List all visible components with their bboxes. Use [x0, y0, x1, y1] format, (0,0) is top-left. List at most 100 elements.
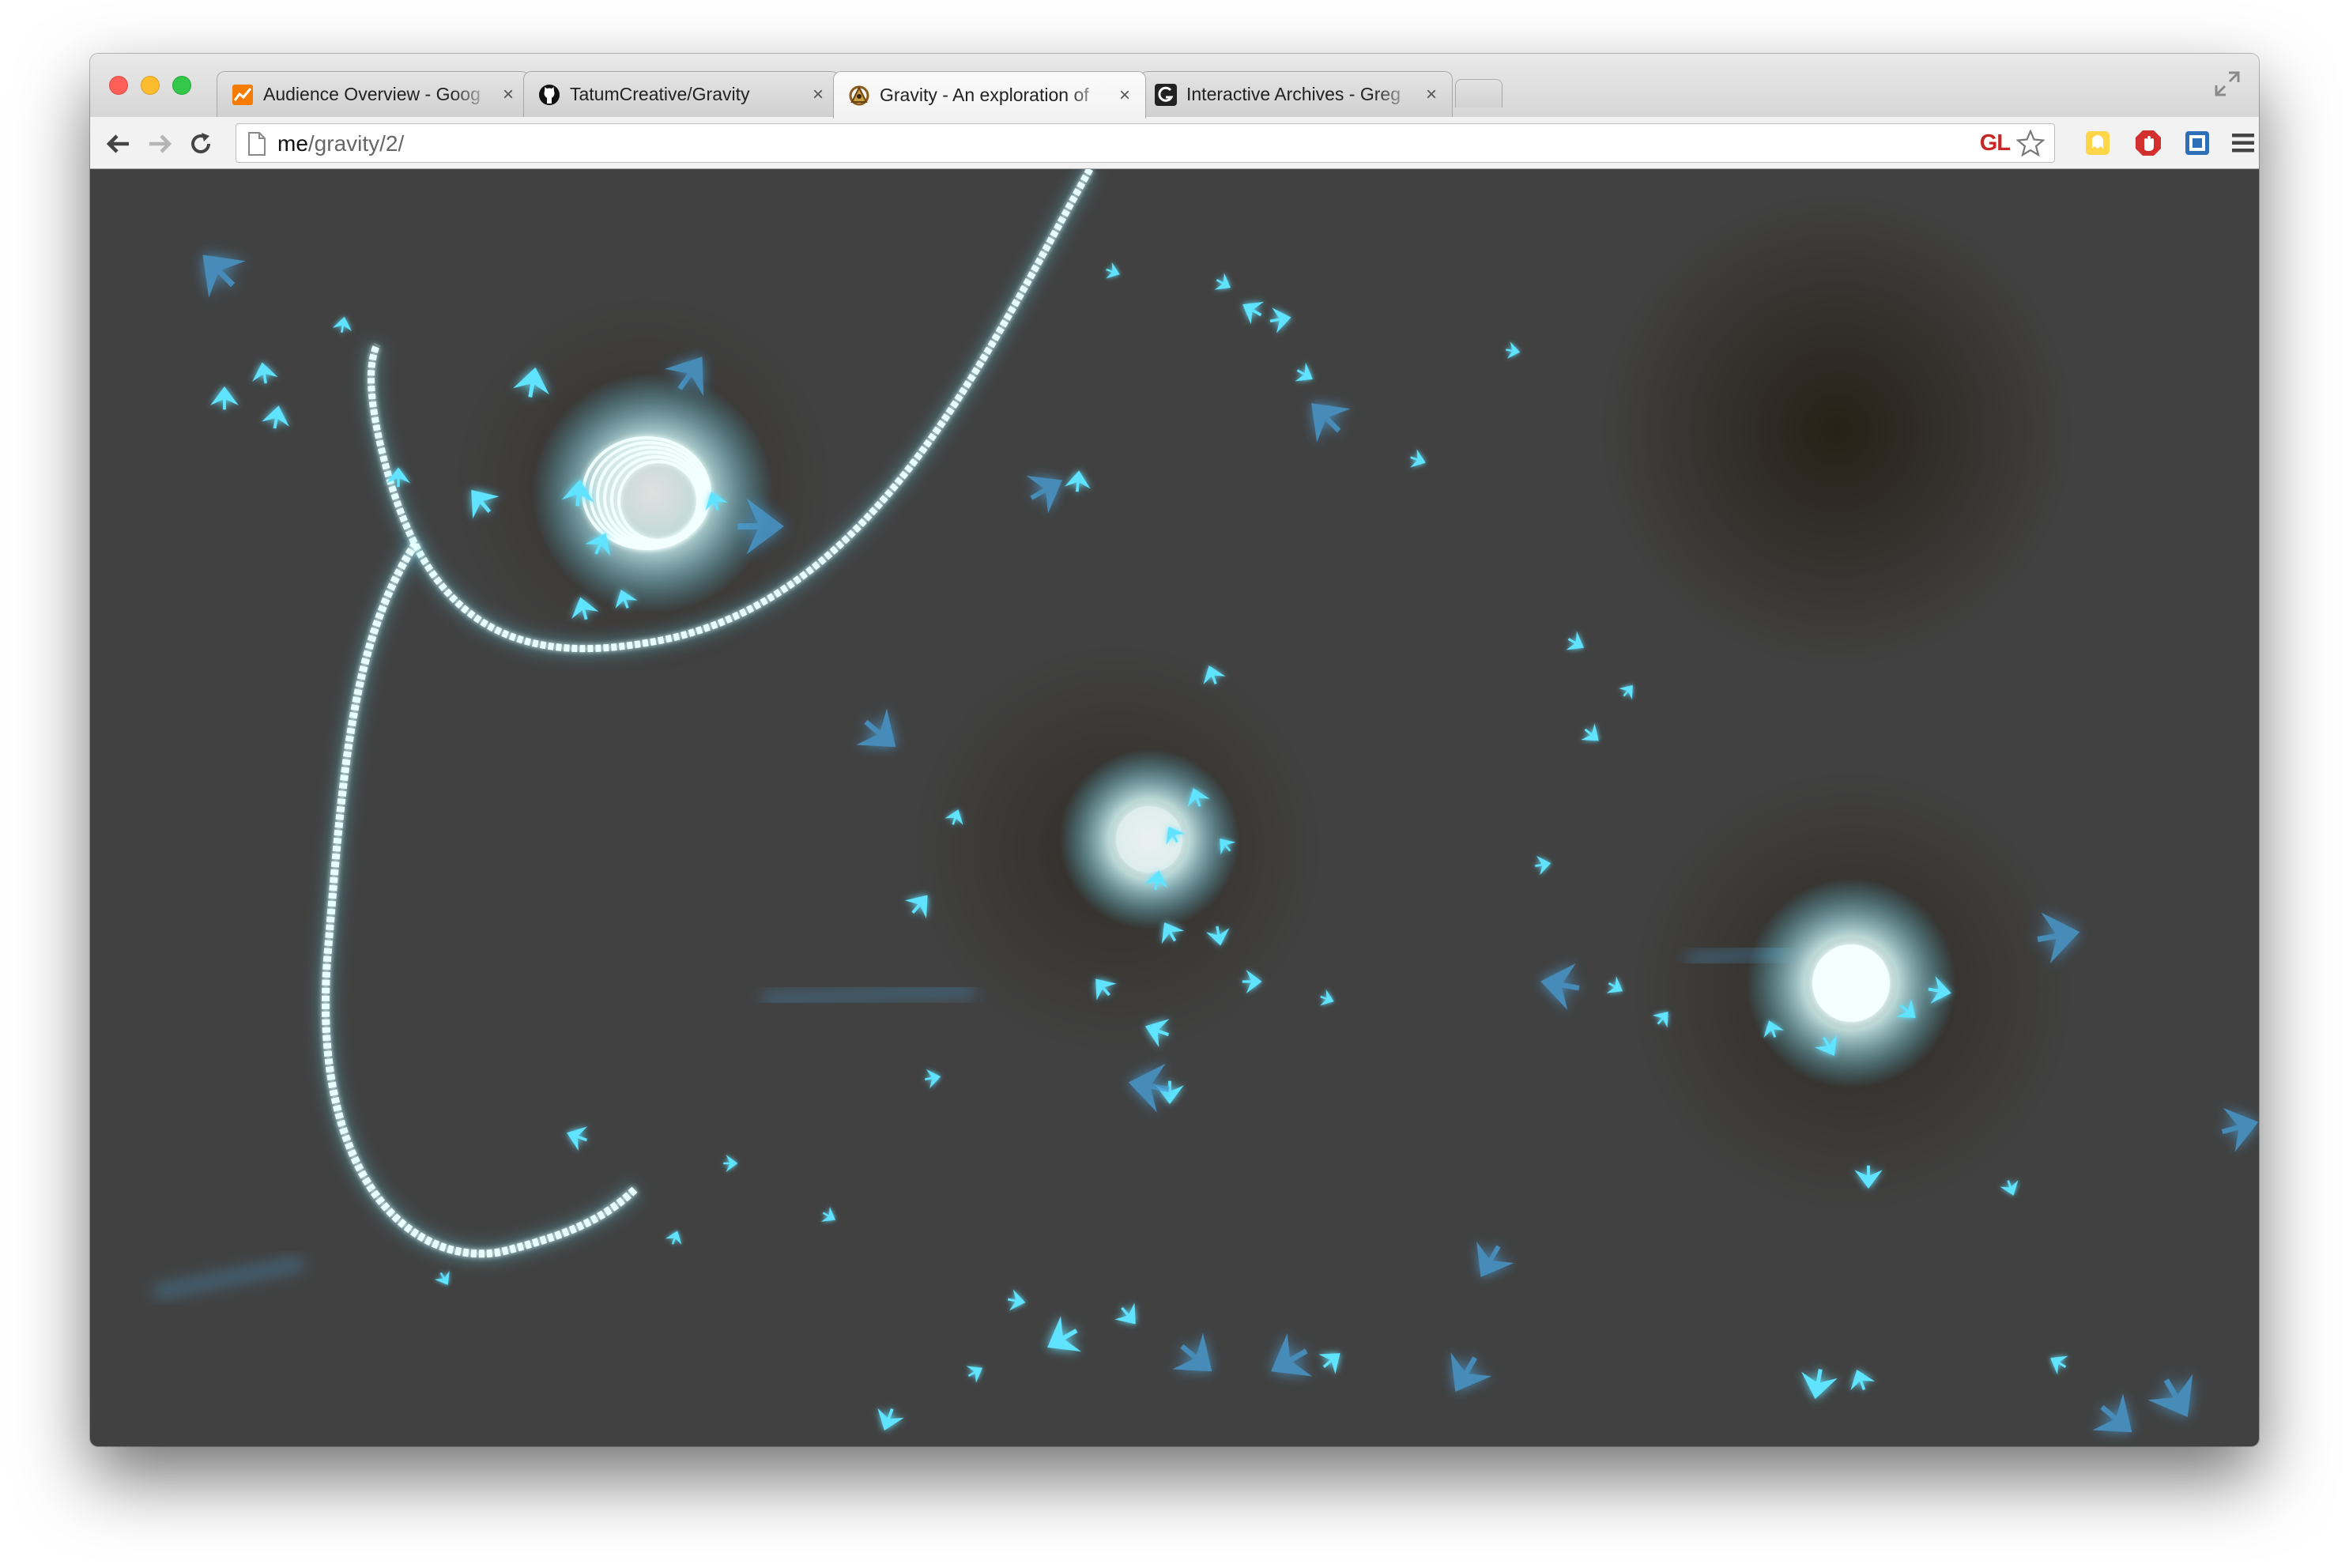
github-icon [538, 84, 560, 106]
url-host: me [277, 131, 308, 156]
arrow-particle [1267, 307, 1292, 331]
browser-toolbar: me/gravity/2/ GL [90, 117, 2259, 169]
arrow-particle-icon [1542, 967, 1582, 1004]
forward-button[interactable] [142, 126, 177, 161]
arrow-particle [1848, 1367, 1874, 1394]
arrow-particle [264, 405, 289, 432]
arrow-particle [435, 1268, 454, 1288]
tab-close-button[interactable]: × [499, 84, 518, 106]
arrow-particle [1292, 363, 1316, 386]
arrow-particle-icon [1503, 343, 1521, 359]
arrow-particle [1503, 343, 1521, 359]
motion-blur [153, 1256, 304, 1300]
page-icon [247, 132, 266, 160]
arrow-particle-icon [264, 405, 289, 432]
arrow-particle-icon [1804, 1367, 1832, 1398]
arrow-particle [964, 1362, 986, 1383]
extension-icon[interactable] [2181, 127, 2213, 159]
arrow-particle-icon [435, 1268, 454, 1288]
arrow-particle [1024, 469, 1066, 510]
bookmark-star-icon[interactable] [2015, 129, 2045, 160]
arrow-particle-icon [1470, 1239, 1510, 1281]
arrow-particle-icon [1618, 681, 1638, 701]
back-arrow-icon [106, 134, 129, 153]
arrow-particle-icon [1317, 1346, 1346, 1375]
minimize-window-button[interactable] [141, 76, 160, 95]
arrow-particle-icon [875, 1404, 903, 1433]
tab-github-gravity[interactable]: TatumCreative/Gravity × [523, 71, 839, 117]
arrow-particle [2047, 1351, 2071, 1374]
forward-arrow-icon [149, 134, 172, 153]
arrow-particle [1317, 1346, 1346, 1375]
browser-window: Audience Overview - Goog × TatumCreative… [90, 54, 2259, 1446]
arrow-particle [1267, 1336, 1315, 1383]
arrow-particle-icon [964, 1362, 986, 1383]
arrow-particle [1542, 967, 1582, 1004]
arrow-particle [1318, 990, 1336, 1008]
tab-close-button[interactable]: × [1422, 84, 1441, 106]
adblock-icon[interactable] [2132, 127, 2164, 159]
back-button[interactable] [101, 126, 136, 161]
arrow-particle-icon [2151, 1371, 2200, 1421]
arrow-particle-icon [1267, 1336, 1315, 1383]
arrow-particle [213, 387, 236, 412]
arrow-particle-icon [1130, 1067, 1171, 1106]
arrow-particle [1103, 263, 1122, 281]
arrow-particle [1005, 1291, 1026, 1310]
arrow-particle [1130, 1067, 1171, 1106]
menu-icon[interactable] [2227, 127, 2259, 159]
arrow-particle-icon [1848, 1367, 1874, 1394]
arrow-particle [2000, 1177, 2020, 1197]
arrow-particle-icon [722, 1156, 737, 1170]
arrow-particle-icon [1444, 1350, 1488, 1396]
fullscreen-icon[interactable] [2213, 70, 2242, 98]
arrow-particle-icon [1318, 990, 1336, 1008]
arrow-particle [1239, 296, 1267, 324]
site-g-icon [1155, 83, 1177, 106]
tab-interactive-archives[interactable]: Interactive Archives - Greg × [1140, 71, 1453, 117]
arrow-particle [722, 1156, 737, 1170]
tab-close-button[interactable]: × [809, 84, 828, 106]
address-bar[interactable]: me/gravity/2/ GL [236, 123, 2055, 163]
arrow-particle-icon [1024, 469, 1066, 510]
arrow-particle [1444, 1350, 1488, 1396]
arrow-particle [1212, 273, 1234, 294]
arrow-particle-icon [1159, 1079, 1181, 1103]
webgl-badge[interactable]: GL [1980, 130, 2011, 156]
arrow-particle [1579, 722, 1604, 747]
arrow-particle [1604, 976, 1626, 997]
arrow-particle-icon [2047, 1351, 2071, 1374]
zoom-window-button[interactable] [172, 76, 191, 95]
tab-close-button[interactable]: × [1115, 85, 1134, 107]
arrow-particle [1407, 450, 1427, 469]
arrow-particle-icon [1067, 470, 1089, 494]
arrow-particle-icon [252, 361, 276, 386]
arrow-particle [666, 1229, 684, 1247]
tab-gravity-exploration[interactable]: Gravity - An exploration of × [833, 71, 1146, 119]
arrow-particle [1172, 1334, 1219, 1381]
tab-audience-overview[interactable]: Audience Overview - Goog × [217, 71, 530, 117]
arrow-particle-icon [194, 246, 244, 296]
arrow-particle-icon [922, 1069, 941, 1087]
arrow-particle-icon [1292, 363, 1316, 386]
close-window-button[interactable] [109, 76, 128, 95]
title-bar: Audience Overview - Goog × TatumCreative… [90, 54, 2259, 119]
motion-blur [761, 982, 976, 1008]
arrow-particle-icon [1303, 395, 1350, 442]
arrow-particle-icon [334, 316, 352, 335]
reload-icon [191, 133, 210, 153]
arrow-particle-icon [1407, 450, 1427, 469]
arrow-particle-icon [856, 710, 903, 756]
gravity-site-icon [848, 85, 870, 107]
arrow-particle-icon [2000, 1177, 2020, 1197]
arrow-particle [819, 1207, 839, 1226]
tab-title: Audience Overview - Goog [263, 84, 481, 104]
gravity-well [1600, 193, 2074, 667]
new-tab-button[interactable] [1455, 79, 1503, 107]
arrow-particle-icon [1604, 976, 1626, 997]
ghostery-icon[interactable] [2082, 127, 2113, 159]
arrow-particle-icon [1114, 1301, 1143, 1330]
reload-button[interactable] [183, 126, 218, 161]
gravity-canvas[interactable] [90, 169, 2259, 1446]
gravity-simulation [153, 169, 2259, 1446]
